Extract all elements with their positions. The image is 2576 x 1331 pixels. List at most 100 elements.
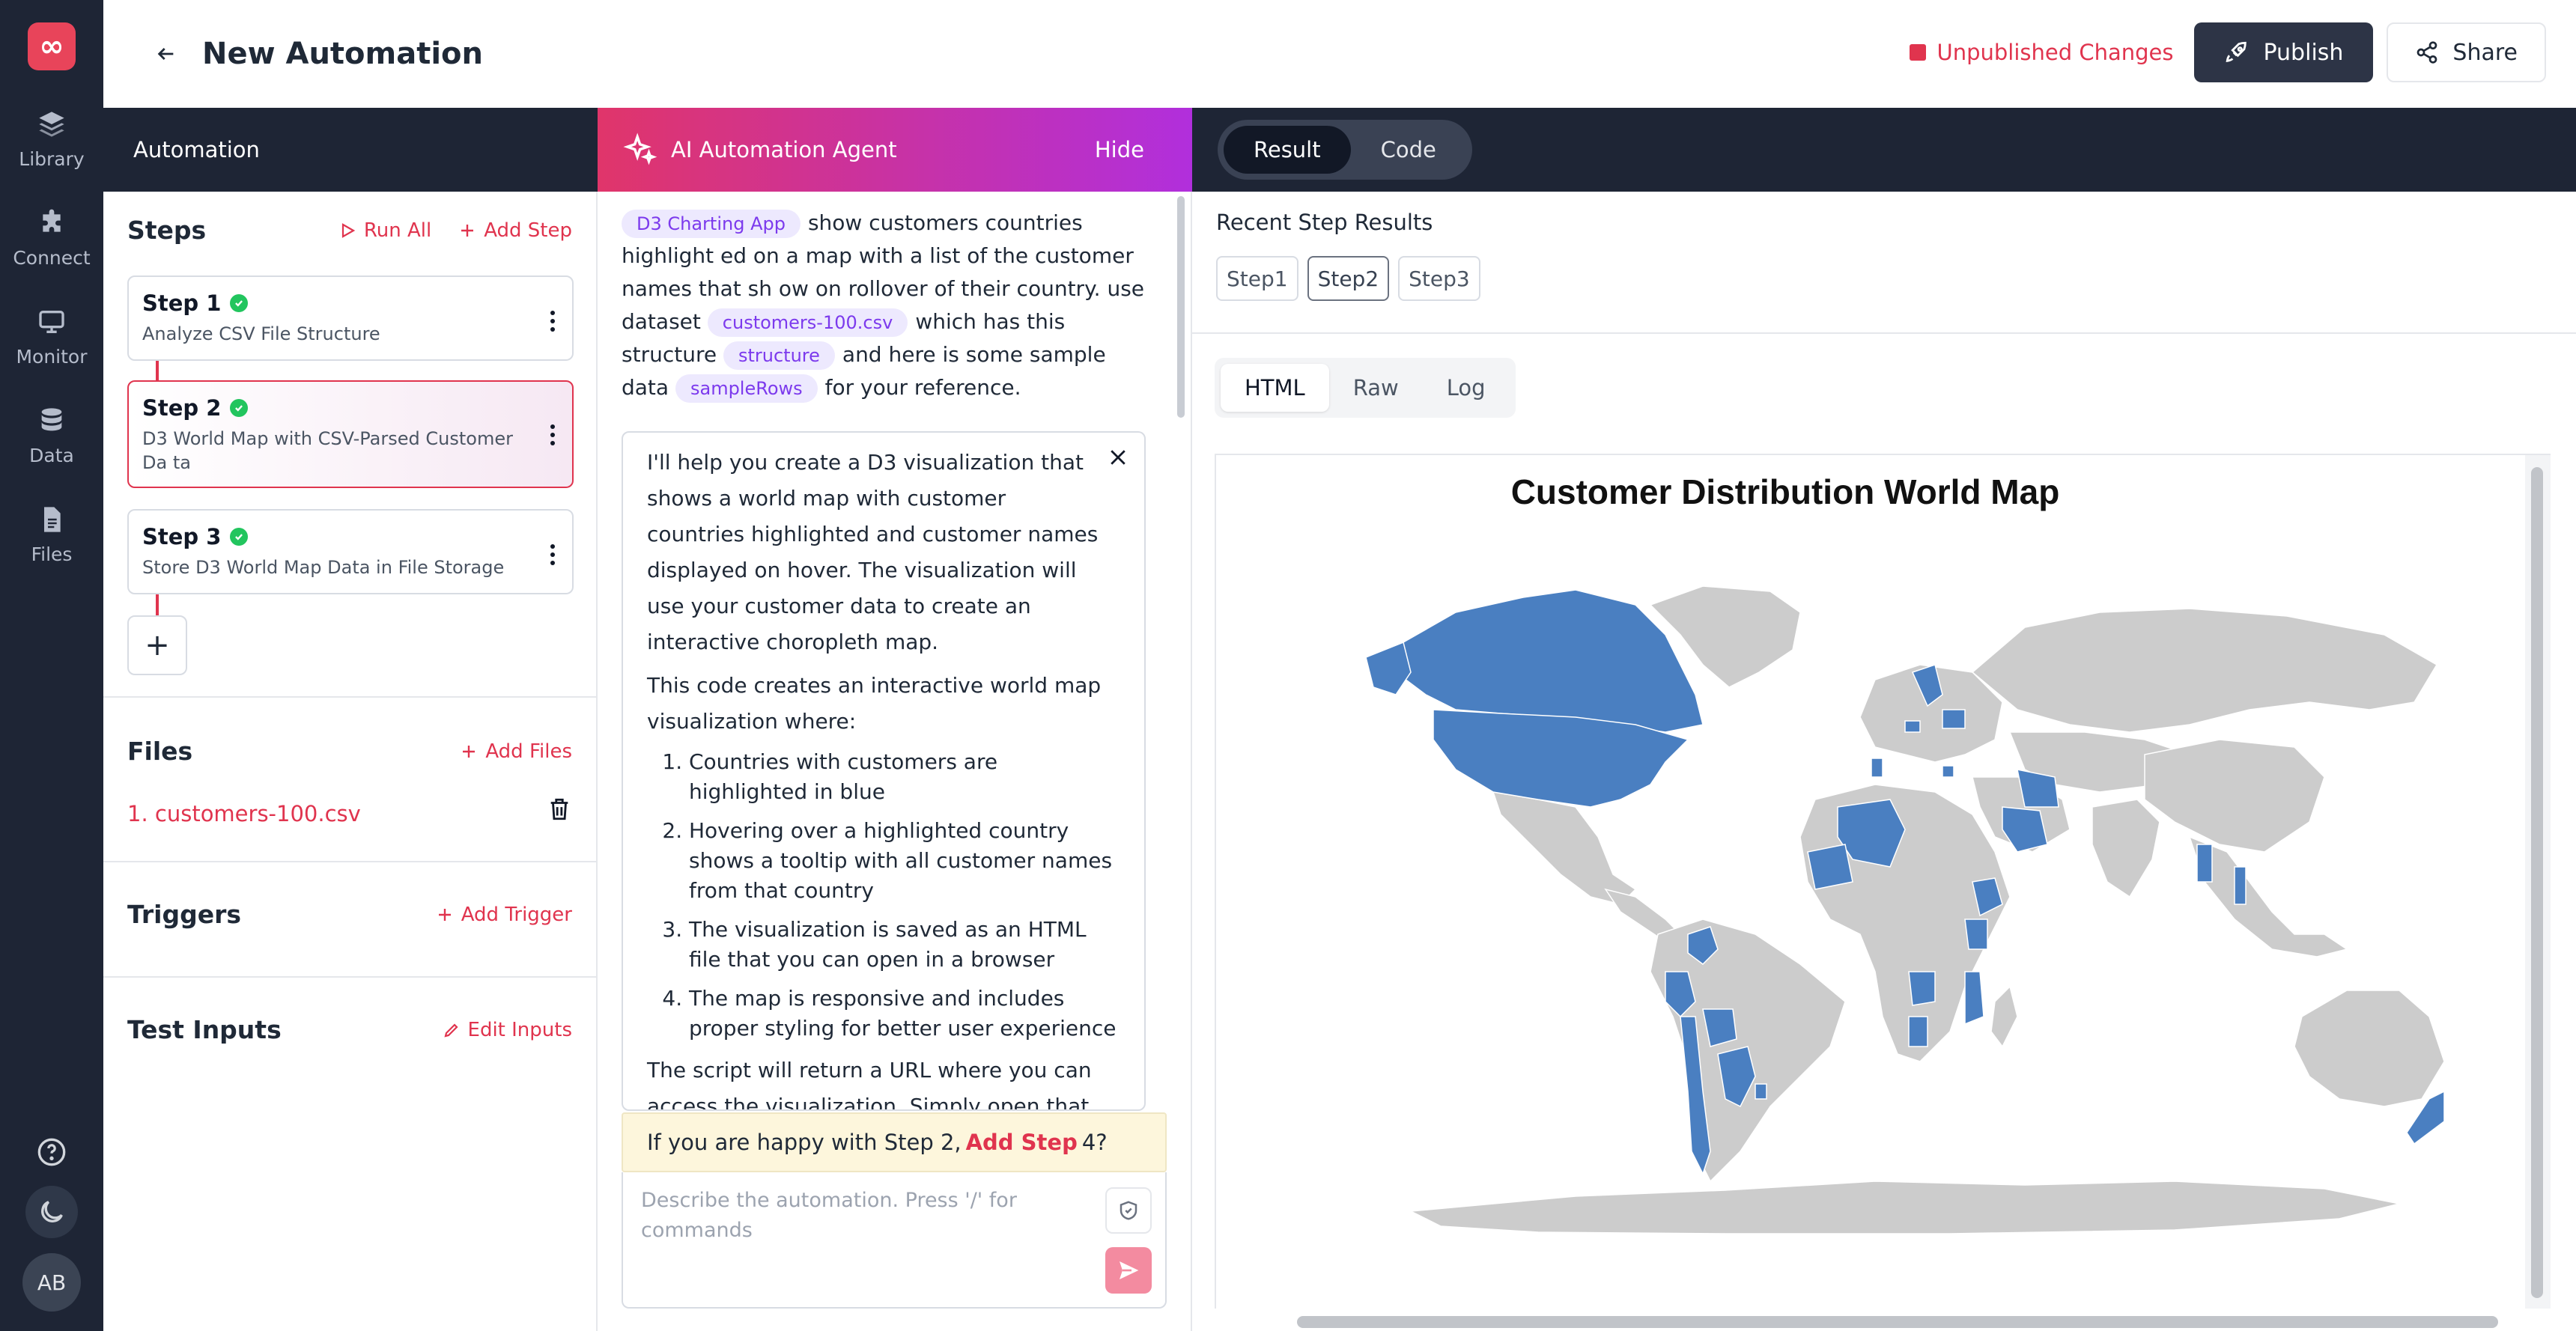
- app-root: ∞ Library Connect Monitor Data Files AB …: [0, 0, 2576, 1331]
- tab-result[interactable]: Result: [1224, 126, 1351, 174]
- publish-label: Publish: [2263, 39, 2344, 66]
- kebab-menu-icon[interactable]: [550, 310, 556, 332]
- database-icon: [41, 407, 62, 430]
- step-card-3[interactable]: Step 3 Store D3 World Map Data in File S…: [127, 509, 574, 594]
- preview-scrollbar-horizontal[interactable]: [1297, 1316, 2498, 1328]
- mention-chip[interactable]: customers-100.csv: [707, 308, 908, 337]
- share-button[interactable]: Share: [2387, 22, 2546, 82]
- step-chip-2[interactable]: Step2: [1307, 256, 1390, 301]
- country-india: [2092, 799, 2160, 898]
- add-files-label: Add Files: [485, 740, 572, 763]
- automation-panel: Steps Run All Add Step Step 1 Analyze CS…: [103, 192, 598, 1331]
- mention-chip[interactable]: sampleRows: [675, 374, 818, 403]
- step-chip-1[interactable]: Step1: [1216, 256, 1298, 301]
- add-step-box[interactable]: +: [127, 615, 187, 675]
- list-item: The visualization is saved as an HTML fi…: [689, 915, 1122, 975]
- theme-toggle[interactable]: [25, 1186, 78, 1238]
- mention-chip[interactable]: D3 Charting App: [622, 210, 801, 238]
- file-link[interactable]: 1. customers-100.csv: [127, 801, 361, 826]
- steps-actions: Run All Add Step: [312, 219, 572, 242]
- publish-button[interactable]: Publish: [2194, 22, 2374, 82]
- left-rail: ∞ Library Connect Monitor Data Files AB: [0, 0, 103, 1331]
- add-step-link[interactable]: Add Step: [966, 1130, 1078, 1155]
- send-button[interactable]: [1105, 1247, 1152, 1294]
- close-icon[interactable]: [1107, 446, 1129, 469]
- tab-code[interactable]: Code: [1351, 126, 1466, 174]
- divider: [103, 696, 596, 698]
- step-chip-3[interactable]: Step3: [1398, 256, 1480, 301]
- result-panel: Recent Step Results Step1 Step2 Step3 HT…: [1192, 192, 2576, 1331]
- page-title: New Automation: [202, 37, 483, 71]
- country-angola: [1908, 971, 1936, 1006]
- add-trigger-button[interactable]: Add Trigger: [436, 904, 572, 926]
- rail-item-data[interactable]: Data: [0, 386, 103, 485]
- logo-glyph: ∞: [39, 29, 64, 64]
- country-portugal: [1871, 758, 1883, 778]
- automation-bar-title: Automation: [133, 137, 260, 162]
- composer-input[interactable]: Describe the automation. Press '/' for c…: [641, 1186, 1030, 1246]
- list-item: The map is responsive and includes prope…: [689, 984, 1122, 1044]
- agent-reply: I'll help you create a D3 visualization …: [622, 431, 1146, 1111]
- rail-label-files: Files: [31, 543, 73, 565]
- nudge-text: 4?: [1081, 1130, 1108, 1155]
- avatar[interactable]: AB: [22, 1253, 81, 1312]
- app-logo[interactable]: ∞: [28, 22, 76, 70]
- header-actions: Unpublished Changes Publish Share: [1910, 22, 2546, 82]
- tab-html[interactable]: HTML: [1221, 364, 1329, 412]
- list-item: Countries with customers are highlighted…: [689, 747, 1122, 807]
- country-namibia: [1908, 1016, 1928, 1047]
- unpublished-status: Unpublished Changes: [1910, 40, 2173, 65]
- step-title-row: Step 1: [142, 290, 559, 316]
- country-mexico: [1492, 791, 1637, 905]
- mention-chip[interactable]: structure: [723, 341, 835, 370]
- step-card-1[interactable]: Step 1 Analyze CSV File Structure: [127, 275, 574, 361]
- rail-item-connect[interactable]: Connect: [0, 189, 103, 287]
- add-files-button[interactable]: Add Files: [460, 740, 572, 763]
- step-card-2[interactable]: Step 2 D3 World Map with CSV-Parsed Cust…: [127, 380, 574, 488]
- sparkles-icon: [623, 133, 657, 165]
- help-button[interactable]: [25, 1126, 78, 1178]
- top-header: New Automation Unpublished Changes Publi…: [103, 0, 2576, 108]
- run-all-label: Run All: [363, 219, 432, 242]
- country-alaska: [1365, 641, 1412, 695]
- reply-paragraph: The script will return a URL where you c…: [647, 1058, 1092, 1111]
- files-header: Files Add Files: [103, 737, 596, 766]
- map-title: Customer Distribution World Map: [1510, 472, 2060, 511]
- agent-panel: D3 Charting App show customers countries …: [598, 192, 1192, 1331]
- add-step-button[interactable]: Add Step: [458, 219, 572, 242]
- rail-item-files[interactable]: Files: [0, 485, 103, 584]
- plus-icon: [438, 908, 451, 921]
- file-icon: [44, 506, 61, 532]
- hide-agent-button[interactable]: Hide: [1095, 137, 1144, 162]
- trash-icon[interactable]: [547, 797, 572, 822]
- play-icon: [341, 222, 356, 238]
- rail-item-monitor[interactable]: Monitor: [0, 287, 103, 386]
- step-title-row: Step 3: [142, 524, 559, 549]
- monitor-icon: [39, 310, 64, 333]
- reply-list: Countries with customers are highlighted…: [647, 747, 1122, 1044]
- kebab-menu-icon[interactable]: [550, 424, 556, 446]
- back-button[interactable]: [151, 39, 181, 69]
- rail-bottom: AB: [0, 1126, 103, 1331]
- edit-inputs-button[interactable]: Edit Inputs: [443, 1019, 572, 1041]
- region-antarctica: [1409, 1181, 2400, 1234]
- html-preview-frame: Customer Distribution World Map: [1215, 454, 2551, 1309]
- prompt-text: for your reference.: [824, 375, 1021, 400]
- region-russia: [1971, 608, 2438, 733]
- kebab-menu-icon[interactable]: [550, 543, 556, 566]
- preview-scrollbar-vertical[interactable]: [2525, 455, 2551, 1309]
- add-step-label: Add Step: [484, 219, 572, 242]
- share-icon: [2417, 41, 2437, 64]
- plus-icon: [463, 745, 476, 758]
- chat-scrollbar[interactable]: [1177, 196, 1185, 418]
- add-trigger-label: Add Trigger: [461, 903, 572, 926]
- divider: [103, 861, 596, 862]
- tab-log[interactable]: Log: [1423, 364, 1510, 412]
- country-china: [2144, 739, 2325, 853]
- shield-button[interactable]: [1105, 1187, 1152, 1234]
- tab-raw[interactable]: Raw: [1329, 364, 1423, 412]
- steps-title: Steps: [127, 216, 207, 245]
- rail-item-library[interactable]: Library: [0, 90, 103, 189]
- scroll-thumb[interactable]: [2531, 467, 2543, 1298]
- run-all-button[interactable]: Run All: [338, 219, 431, 242]
